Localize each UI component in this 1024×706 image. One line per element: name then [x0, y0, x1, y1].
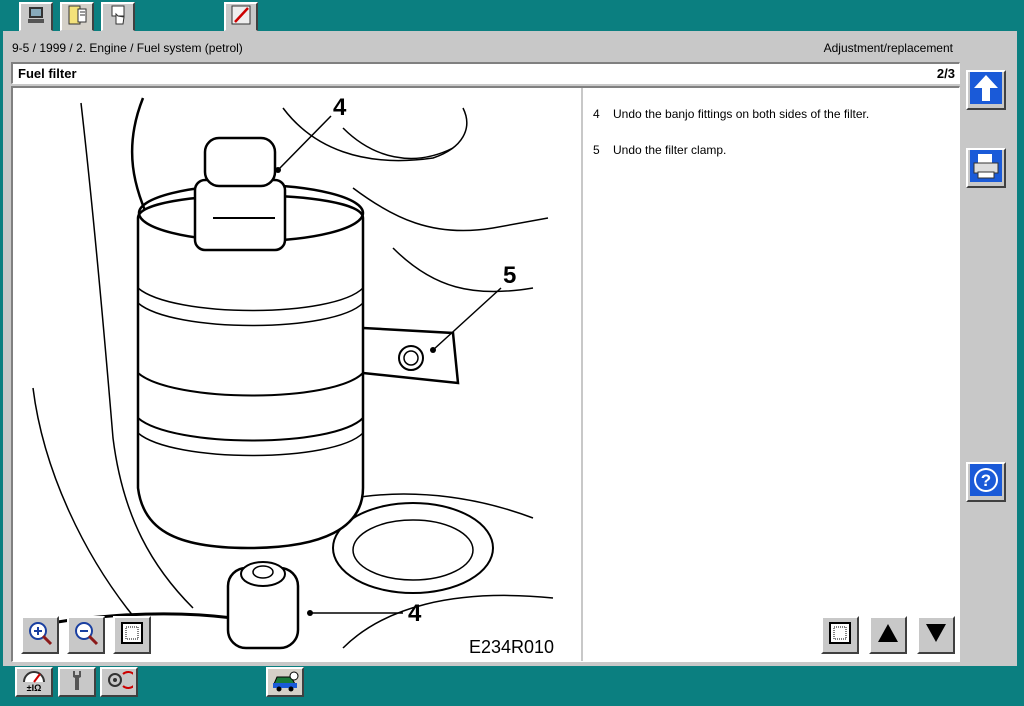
tab-hand[interactable]: [101, 2, 135, 31]
list-item: 5 Undo the filter clamp.: [593, 143, 726, 157]
text-pane: 4 Undo the banjo fittings on both sides o…: [585, 88, 959, 661]
navigate-up-button[interactable]: [966, 70, 1006, 110]
fit-window-icon: [120, 621, 144, 650]
car-icon: [270, 668, 300, 697]
figure-code: E234R010: [469, 637, 555, 657]
diagnostic-icon: [105, 668, 138, 697]
zoom-out-icon: [72, 619, 100, 652]
zoom-out-button[interactable]: [67, 616, 105, 654]
breadcrumb: 9-5 / 1999 / 2. Engine / Fuel system (pe…: [12, 41, 243, 55]
scroll-up-button[interactable]: [869, 616, 907, 654]
help-icon: ?: [970, 463, 1002, 501]
printer-icon: [970, 149, 1002, 187]
callout-label: 4: [408, 600, 422, 627]
document-book-icon: [66, 4, 88, 31]
wrench-icon: [65, 668, 89, 697]
help-button[interactable]: ?: [966, 462, 1006, 502]
section-label: Adjustment/replacement: [823, 41, 953, 55]
hand-pointer-icon: [107, 4, 129, 31]
pane-divider[interactable]: [581, 88, 583, 661]
tab-computer[interactable]: [19, 2, 53, 31]
up-arrow-icon: [970, 71, 1002, 109]
arrow-up-icon: [876, 621, 900, 650]
svg-text:?: ?: [981, 471, 991, 490]
callout-label: 4: [333, 94, 347, 121]
fit-text-button[interactable]: [821, 616, 859, 654]
arrow-down-icon: [924, 621, 948, 650]
computer-icon: [26, 5, 46, 30]
image-pane: 4 5 4 E234R010: [13, 88, 580, 661]
svg-text:±IΩ: ±IΩ: [27, 683, 42, 692]
fit-window-icon: [828, 621, 852, 650]
tab-vehicle[interactable]: [266, 667, 304, 697]
zoom-in-button[interactable]: [21, 616, 59, 654]
tab-document[interactable]: [60, 2, 94, 31]
step-number: 5: [593, 143, 600, 157]
tab-tools[interactable]: [58, 667, 96, 697]
tab-pencil[interactable]: [224, 2, 258, 31]
content-area: 4 5 4 E234R010 4 Undo the banjo fittings…: [11, 86, 960, 662]
page-number: 2/3: [936, 66, 955, 81]
print-button[interactable]: [966, 148, 1006, 188]
page-title: Fuel filter: [18, 66, 77, 81]
zoom-in-icon: [26, 619, 54, 652]
list-item: 4 Undo the banjo fittings on both sides o…: [593, 107, 869, 121]
scroll-down-button[interactable]: [917, 616, 955, 654]
fit-image-button[interactable]: [113, 616, 151, 654]
step-text: Undo the banjo fittings on both sides of…: [613, 107, 870, 121]
main-frame: 9-5 / 1999 / 2. Engine / Fuel system (pe…: [3, 31, 1017, 666]
pencil-icon: [230, 4, 252, 31]
step-number: 4: [593, 107, 600, 121]
callout-label: 5: [503, 262, 517, 289]
multimeter-icon: ±IΩ: [19, 668, 49, 697]
step-text: Undo the filter clamp.: [613, 143, 727, 157]
document-titlebar: Fuel filter 2/3: [11, 62, 960, 84]
tab-measure[interactable]: ±IΩ: [15, 667, 53, 697]
fuel-filter-illustration: [22, 97, 554, 650]
tab-diagnostics[interactable]: [100, 667, 138, 697]
